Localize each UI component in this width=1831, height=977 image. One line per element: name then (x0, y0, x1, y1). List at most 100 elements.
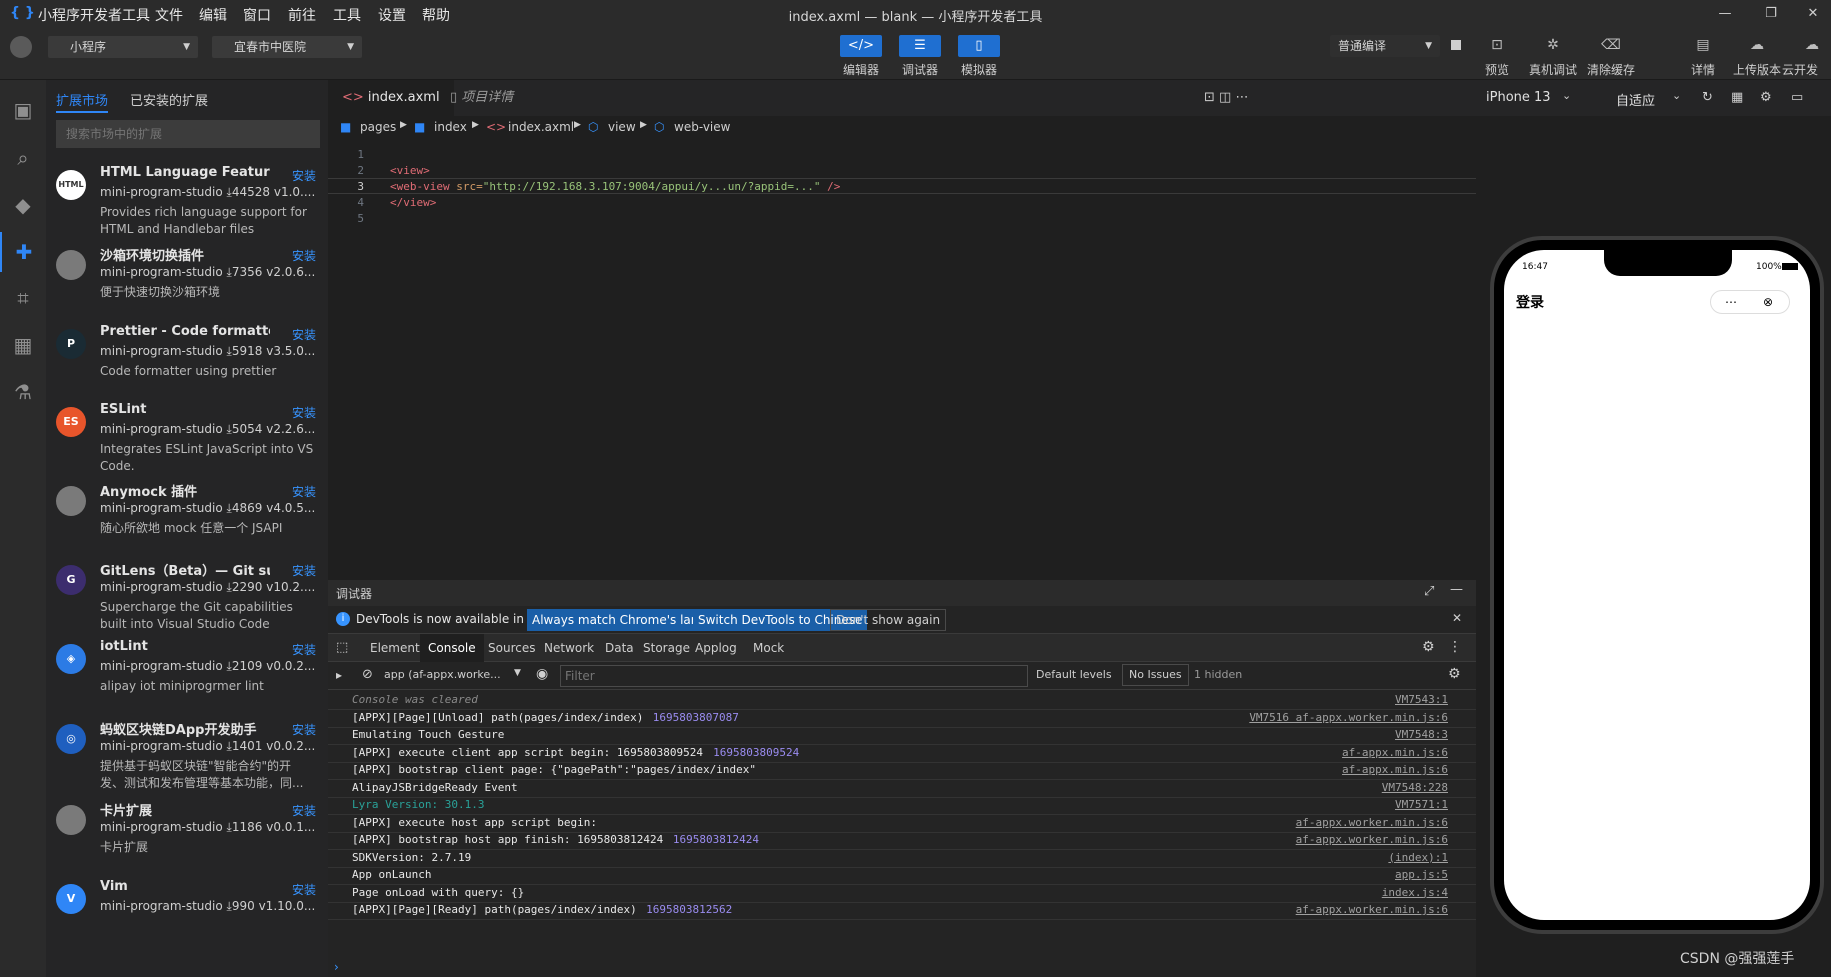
install-button[interactable]: 安装 (292, 802, 316, 819)
settings-icon[interactable]: ⚙ (1422, 639, 1435, 655)
tab-index-axml[interactable]: <> index.axml (328, 80, 454, 116)
refresh-icon[interactable]: ↻ (1702, 90, 1713, 105)
tab-console[interactable]: Console (420, 634, 484, 662)
issues-button[interactable]: No Issues (1122, 664, 1189, 686)
more-vertical-icon[interactable]: ⋮ (1448, 639, 1462, 655)
remote-debug-button[interactable]: 真机调试 (1523, 61, 1583, 78)
expand-icon[interactable]: ⤢ (1424, 584, 1434, 599)
stop-icon[interactable] (1451, 40, 1461, 50)
capsule-menu[interactable]: ⋯ ⊗ (1710, 290, 1790, 314)
close-notice-icon[interactable]: ✕ (1452, 611, 1462, 625)
grid-icon[interactable]: ▦ (1731, 90, 1743, 105)
clear-cache-button[interactable]: 清除缓存 (1581, 61, 1641, 78)
git-icon[interactable]: ◆ (0, 185, 46, 225)
breadcrumb-webview[interactable]: web-view (674, 120, 730, 134)
breadcrumb-pages[interactable]: pages (360, 120, 396, 134)
simulator-toggle-button[interactable]: ▯ (958, 35, 1000, 57)
preview-icon[interactable]: ⊡ (1482, 34, 1512, 56)
console-source-link[interactable]: VM7571:1 (1395, 795, 1448, 814)
console-source-link[interactable]: VM7548:228 (1382, 778, 1448, 797)
extension-item[interactable]: GGitLens（Beta）— Git su...安装mini-program-… (46, 557, 328, 637)
context-select[interactable]: app (af-appx.worke... (384, 668, 501, 681)
tab-sources[interactable]: Sources (480, 634, 543, 662)
console-source-link[interactable]: af-appx.min.js:6 (1342, 760, 1448, 779)
tab-marketplace[interactable]: 扩展市场 (56, 90, 109, 113)
extensions-icon[interactable]: ✚ (0, 232, 46, 272)
upload-icon[interactable]: ☁ (1742, 34, 1772, 56)
install-button[interactable]: 安装 (292, 721, 316, 738)
install-button[interactable]: 安装 (292, 483, 316, 500)
console-filter-input[interactable] (560, 665, 1028, 687)
avatar[interactable] (10, 36, 32, 58)
minimize-icon[interactable]: — (1710, 3, 1740, 25)
cloud-dev-icon[interactable]: ☁ (1797, 34, 1827, 56)
flask-icon[interactable]: ⚗ (0, 372, 46, 412)
console-source-link[interactable]: VM7548:3 (1395, 725, 1448, 744)
details-icon[interactable]: ▤ (1688, 34, 1718, 56)
install-button[interactable]: 安装 (292, 167, 316, 184)
install-button[interactable]: 安装 (292, 641, 316, 658)
project-type-select[interactable]: 小程序 ▼ (48, 36, 198, 58)
settings-icon[interactable]: ⚙ (1760, 90, 1772, 105)
phone-screen[interactable]: 16:47 100% 登录 ⋯ ⊗ (1504, 250, 1810, 920)
dont-show-again-button[interactable]: Don't show again (830, 609, 947, 631)
debugger-toggle-button[interactable]: ☰ (899, 35, 941, 57)
explorer-icon[interactable]: ▣ (0, 90, 46, 130)
inspect-icon[interactable]: ⬚ (336, 640, 348, 655)
console-source-link[interactable]: af-appx.worker.min.js:6 (1296, 900, 1448, 919)
extension-item[interactable]: HTML HTML Language Features 安装 mini-program… (46, 162, 328, 242)
split-editor-icon[interactable]: ⊡ ◫ ⋯ (1204, 90, 1248, 105)
sidebar-toggle-icon[interactable]: ▸ (336, 668, 342, 682)
upload-button[interactable]: 上传版本 (1727, 61, 1787, 78)
console-source-link[interactable]: af-appx.min.js:6 (1342, 743, 1448, 762)
install-button[interactable]: 安装 (292, 326, 316, 343)
preview-button[interactable]: 预览 (1467, 61, 1527, 78)
extension-item[interactable]: ES ESLint 安装 mini-program-studio ⤓5054 v2.2… (46, 399, 328, 479)
zoom-select[interactable]: 自适应 (1616, 90, 1655, 109)
install-button[interactable]: 安装 (292, 562, 316, 579)
log-levels-select[interactable]: Default levels (1036, 668, 1112, 681)
install-button[interactable]: 安装 (292, 247, 316, 264)
minimize-panel-icon[interactable]: — (1450, 582, 1463, 597)
chevron-down-icon[interactable]: ▼ (514, 668, 521, 678)
layout-icon[interactable]: ▭ (1791, 90, 1803, 105)
remote-debug-icon[interactable]: ✲ (1538, 34, 1568, 56)
extension-search-input[interactable] (56, 120, 320, 148)
chevron-down-icon[interactable]: ⌄ (1672, 89, 1681, 102)
close-window-icon[interactable]: ✕ (1798, 3, 1828, 25)
console-source-link[interactable]: index.js:4 (1382, 883, 1448, 902)
breadcrumb-file[interactable]: index.axml (508, 120, 574, 134)
console-source-link[interactable]: VM7516 af-appx.worker.min.js:6 (1249, 708, 1448, 727)
eye-icon[interactable]: ◉ (536, 666, 548, 682)
editor-toggle-button[interactable]: </> (840, 35, 882, 57)
code-editor[interactable]: 1 2 3 4 5 <view> <web-view src="http://1… (328, 140, 1476, 580)
breadcrumb-index[interactable]: index (434, 120, 467, 134)
console-source-link[interactable]: (index):1 (1388, 848, 1448, 867)
compile-mode-select[interactable]: 普通编译 ▼ (1330, 35, 1440, 57)
console-source-link[interactable]: app.js:5 (1395, 865, 1448, 884)
restore-icon[interactable]: ❐ (1756, 3, 1786, 25)
store-icon[interactable]: ▦ (0, 325, 46, 365)
install-button[interactable]: 安装 (292, 881, 316, 898)
hospital-select[interactable]: 宜春市中医院 ▼ (212, 36, 362, 58)
extension-item[interactable]: ◎ 蚂蚁区块链DApp开发助手 安装 mini-program-studio ⤓140… (46, 716, 328, 796)
console-source-link[interactable]: af-appx.worker.min.js:6 (1296, 830, 1448, 849)
extension-item[interactable]: ◈ iotLint 安装 mini-program-studio ⤓2109 v0.0… (46, 636, 328, 716)
console-source-link[interactable]: af-appx.worker.min.js:6 (1296, 813, 1448, 832)
clear-console-icon[interactable]: ⊘ (362, 667, 373, 682)
extension-item[interactable]: Anymock 插件 安装 mini-program-studio ⤓4869 v4… (46, 478, 328, 558)
details-button[interactable]: 详情 (1673, 61, 1733, 78)
close-icon[interactable]: ⊗ (1763, 291, 1773, 313)
device-model-select[interactable]: iPhone 13 (1486, 90, 1551, 105)
console-prompt-icon[interactable]: › (334, 960, 339, 974)
chevron-down-icon[interactable]: ⌄ (1562, 89, 1571, 102)
tab-installed[interactable]: 已安装的扩展 (130, 90, 208, 109)
cloud-dev-button[interactable]: 云开发 (1782, 61, 1831, 78)
install-button[interactable]: 安装 (292, 404, 316, 421)
tab-project-details[interactable]: ▯ 项目详情 (436, 80, 527, 116)
console-settings-icon[interactable]: ⚙ (1448, 666, 1461, 682)
search-icon[interactable]: ⌕ (0, 138, 46, 178)
extension-item[interactable]: 卡片扩展 安装 mini-program-studio ⤓1186 v0.0.1..… (46, 797, 328, 877)
clear-cache-icon[interactable]: ⌫ (1596, 34, 1626, 56)
breadcrumb-view[interactable]: view (608, 120, 636, 134)
